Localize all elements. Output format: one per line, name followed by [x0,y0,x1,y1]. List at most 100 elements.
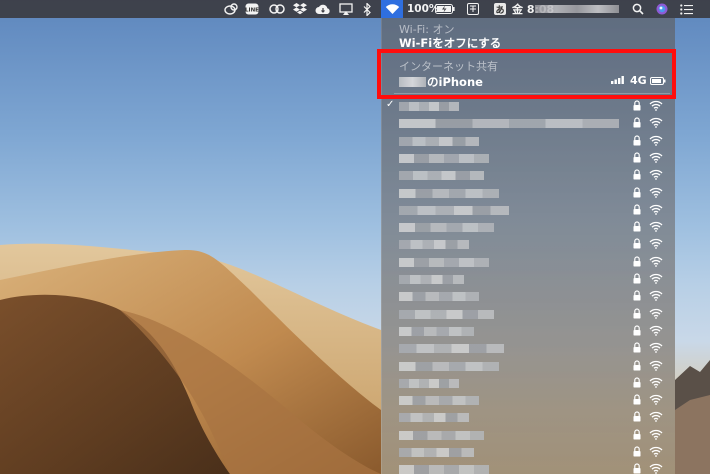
network-name-redacted [399,378,459,388]
wifi-signal-icon [649,170,663,181]
lock-icon [633,463,641,474]
lock-icon [633,359,641,370]
search-icon[interactable] [631,0,645,18]
wifi-network-item[interactable] [382,461,676,474]
network-name-redacted [399,102,459,111]
wifi-icon[interactable] [381,0,403,18]
wifi-network-item[interactable]: ✓ [382,98,676,115]
lock-icon [633,446,641,457]
wifi-network-item[interactable] [382,115,676,132]
network-name-redacted [399,119,619,129]
wifi-signal-icon [649,273,663,284]
input-mode-icon[interactable] [466,0,480,18]
wifi-network-item[interactable] [382,375,676,392]
user-name-redacted[interactable] [535,5,619,13]
cellular-signal-icon [611,76,624,84]
lock-icon [633,117,641,128]
network-name-redacted [399,275,464,284]
network-name-redacted [399,136,479,146]
lock-icon [633,290,641,301]
network-name-redacted [399,396,479,406]
wifi-network-item[interactable] [382,202,676,219]
wifi-network-item[interactable] [382,427,676,444]
wifi-signal-icon [649,325,663,336]
wifi-network-item[interactable] [382,254,676,271]
hotspot-battery-icon [650,77,666,85]
wifi-network-item[interactable] [382,150,676,167]
wifi-network-item[interactable] [382,271,676,288]
network-name-redacted [399,413,469,423]
menu-separator [394,52,670,53]
notification-center-icon[interactable] [678,0,694,18]
lock-icon [633,135,641,146]
wifi-signal-icon [649,429,663,440]
lock-icon [633,256,641,267]
wifi-signal-icon [649,394,663,405]
wifi-network-item[interactable] [382,288,676,305]
network-name-redacted [399,223,494,233]
network-name-redacted [399,448,474,457]
lock-icon [633,273,641,284]
wifi-network-item[interactable] [382,358,676,375]
bluetooth-icon[interactable] [361,0,373,18]
wifi-signal-icon [649,256,663,267]
wifi-signal-icon [649,187,663,198]
wifi-network-item[interactable] [382,219,676,236]
lock-icon [633,186,641,197]
input-method-badge[interactable]: あ [494,3,506,16]
wifi-signal-icon [649,118,663,129]
airplay-icon[interactable] [338,0,354,18]
cloud-icon[interactable] [314,0,332,18]
svg-text:LINE: LINE [245,8,259,14]
network-name-redacted [399,430,484,440]
wifi-network-item[interactable] [382,306,676,323]
wifi-signal-icon [649,377,663,388]
wifi-network-item[interactable] [382,340,676,357]
network-name-redacted [399,240,469,250]
wifi-signal-icon [649,412,663,423]
line-icon[interactable]: LINE [244,0,260,18]
lock-icon [633,342,641,353]
battery-charging-icon[interactable] [434,0,456,18]
creative-cloud-icon[interactable] [223,0,239,18]
wifi-signal-icon [649,308,663,319]
owner-name-redacted [399,77,426,87]
lock-icon [633,429,641,440]
wifi-signal-icon [649,152,663,163]
lock-icon [633,152,641,163]
wifi-network-item[interactable] [382,323,676,340]
lock-icon [633,238,641,249]
menu-separator [394,93,670,94]
network-name-redacted [399,205,509,215]
wifi-signal-icon [649,135,663,146]
dropbox-icon[interactable] [292,0,308,18]
network-name-redacted [399,344,504,354]
network-name-redacted [399,171,484,181]
wifi-network-item[interactable] [382,444,676,461]
wifi-toggle-item[interactable]: Wi-Fiをオフにする [399,35,693,51]
wifi-signal-icon [649,100,663,111]
network-name-redacted [399,465,489,474]
network-name-redacted [399,292,479,302]
wifi-network-item[interactable] [382,133,676,150]
wifi-network-item[interactable] [382,409,676,426]
wifi-signal-icon [649,464,663,474]
wifi-signal-icon [649,360,663,371]
adobe-cc-icon[interactable] [268,0,286,18]
wifi-network-item[interactable] [382,236,676,253]
wifi-network-item[interactable] [382,392,676,409]
lock-icon [633,169,641,180]
lock-icon [633,221,641,232]
network-name-redacted [399,153,489,163]
hotspot-name: のiPhone [399,74,483,90]
wifi-network-item[interactable] [382,167,676,184]
lock-icon [633,204,641,215]
lock-icon [633,100,641,111]
wifi-signal-icon [649,343,663,354]
lock-icon [633,394,641,405]
network-name-redacted [399,257,489,267]
siri-icon[interactable] [655,0,669,18]
wifi-signal-icon [649,239,663,250]
wifi-network-item[interactable] [382,185,676,202]
network-name-redacted [399,326,474,336]
